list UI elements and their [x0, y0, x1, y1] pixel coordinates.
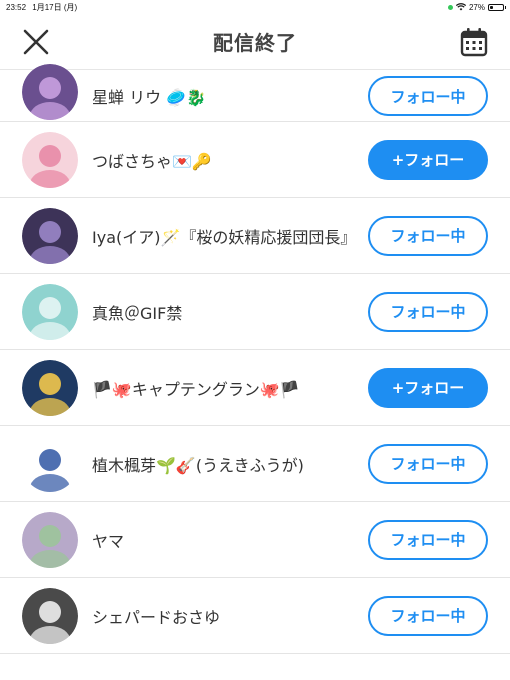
page-title: 配信終了	[213, 31, 297, 55]
calendar-icon	[460, 27, 488, 56]
user-name: 真魚＠GIF禁	[92, 303, 183, 323]
list-item[interactable]: つばさちゃ💌🔑 +フォロー	[0, 122, 510, 198]
following-button[interactable]: フォロー中	[368, 215, 488, 256]
list-item[interactable]: 真魚＠GIF禁 フォロー中	[0, 274, 510, 350]
close-icon	[23, 29, 49, 54]
avatar[interactable]	[22, 435, 78, 492]
header: 配信終了	[0, 14, 510, 70]
active-dot-icon	[447, 4, 453, 10]
close-button[interactable]	[20, 26, 52, 58]
avatar[interactable]	[22, 511, 78, 568]
user-name: つばさちゃ💌🔑	[92, 151, 212, 171]
following-button[interactable]: フォロー中	[368, 291, 488, 332]
list-item[interactable]: 🏴🐙キャプテングラン🐙🏴 +フォロー	[0, 350, 510, 426]
battery-percent: 27%	[468, 2, 485, 12]
user-name: シェパードおさゆ	[92, 607, 221, 627]
avatar[interactable]	[22, 587, 78, 644]
avatar[interactable]	[22, 283, 78, 340]
list-item[interactable]: ヤマ フォロー中	[0, 502, 510, 578]
status-time: 23:52	[6, 2, 27, 12]
list-item[interactable]: 星蝉 リウ 🥏🐉 フォロー中	[0, 64, 510, 122]
status-right: 27%	[447, 2, 506, 12]
following-button[interactable]: フォロー中	[368, 595, 488, 636]
status-left: 23:52 1月17日 (月)	[6, 2, 77, 13]
list-item[interactable]: Iya(イア)🪄『桜の妖精応援団団長』 フォロー中	[0, 198, 510, 274]
user-name: Iya(イア)🪄『桜の妖精応援団団長』	[92, 227, 357, 247]
follow-button[interactable]: +フォロー	[368, 139, 488, 180]
status-date: 1月17日 (月)	[32, 2, 78, 12]
following-button[interactable]: フォロー中	[368, 519, 488, 560]
avatar[interactable]	[22, 359, 78, 416]
wifi-icon	[455, 3, 466, 11]
user-name: ヤマ	[92, 531, 125, 551]
status-bar: 23:52 1月17日 (月) 27%	[0, 0, 510, 14]
following-button[interactable]: フォロー中	[368, 76, 488, 116]
user-name: 🏴🐙キャプテングラン🐙🏴	[92, 379, 300, 399]
avatar[interactable]	[22, 64, 78, 120]
follow-button[interactable]: +フォロー	[368, 367, 488, 408]
avatar[interactable]	[22, 131, 78, 188]
avatar[interactable]	[22, 207, 78, 264]
following-button[interactable]: フォロー中	[368, 443, 488, 484]
calendar-button[interactable]	[458, 26, 490, 58]
battery-icon	[488, 3, 506, 11]
user-name: 星蝉 リウ 🥏🐉	[92, 88, 207, 107]
user-name: 植木楓芽🌱🎸(うえきふうが)	[92, 455, 304, 475]
viewer-list[interactable]: 星蝉 リウ 🥏🐉 フォロー中 つばさちゃ💌🔑 +フォロー Iya(イア)🪄『桜の妖精応援…	[0, 64, 510, 654]
list-item[interactable]: 植木楓芽🌱🎸(うえきふうが) フォロー中	[0, 426, 510, 502]
list-item[interactable]: シェパードおさゆ フォロー中	[0, 578, 510, 654]
